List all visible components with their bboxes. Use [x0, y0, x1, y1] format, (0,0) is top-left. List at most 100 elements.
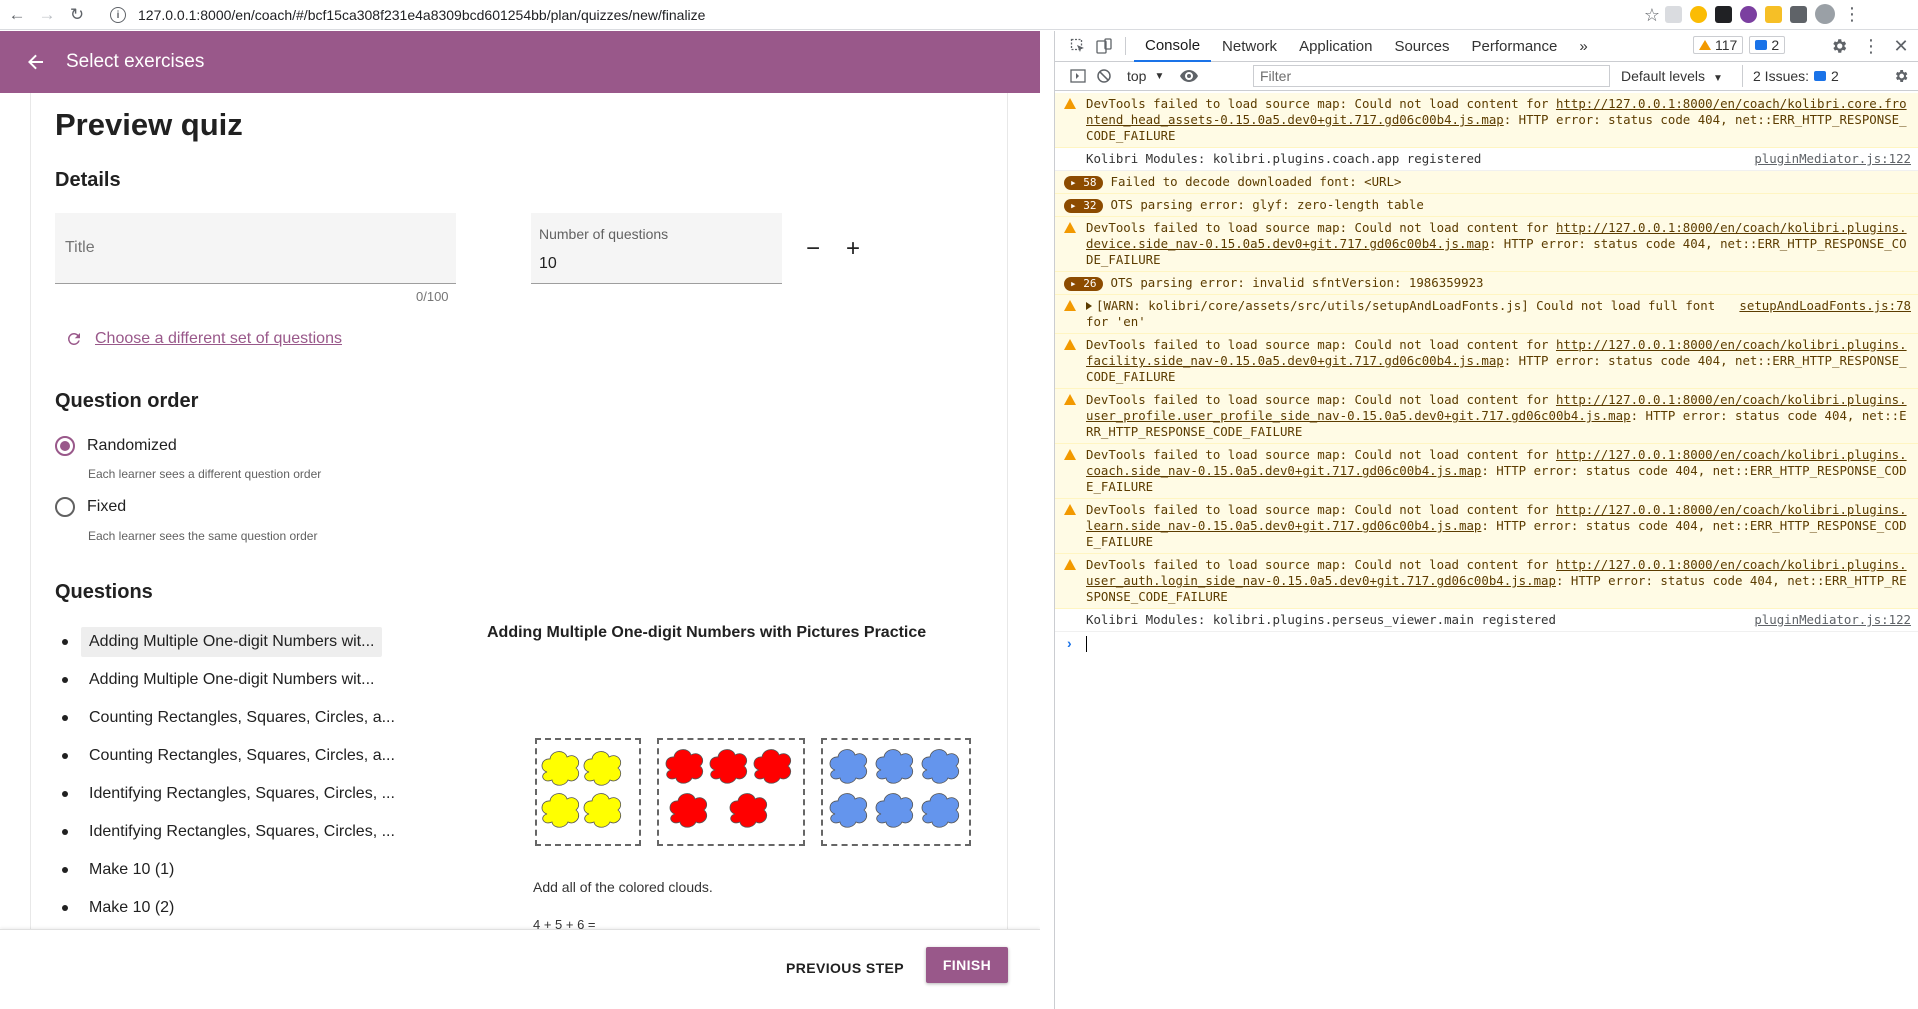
messages-badge[interactable]: 2: [1749, 36, 1786, 54]
console-message[interactable]: ▸ 26 OTS parsing error: invalid sfntVersi…: [1055, 272, 1918, 295]
extension-folder-icon[interactable]: [1765, 5, 1782, 23]
tab-sources[interactable]: Sources: [1383, 31, 1460, 62]
list-item[interactable]: Make 10 (2): [55, 889, 455, 927]
randomized-option[interactable]: Randomized: [55, 436, 177, 456]
console-message[interactable]: DevTools failed to load source map: Coul…: [1055, 554, 1918, 609]
choose-different-questions-link[interactable]: Choose a different set of questions: [65, 330, 342, 348]
tab-console[interactable]: Console: [1134, 31, 1212, 62]
question-title[interactable]: Adding Multiple One-digit Numbers wit...: [81, 665, 382, 695]
chrome-menu-icon[interactable]: ⋮: [1843, 5, 1861, 23]
cloud-shape: [921, 749, 960, 784]
console-message[interactable]: DevTools failed to load source map: Coul…: [1055, 444, 1918, 499]
console-message[interactable]: DevTools failed to load source map: Coul…: [1055, 389, 1918, 444]
question-title[interactable]: Counting Rectangles, Squares, Circles, a…: [81, 703, 403, 733]
context-selector[interactable]: top ▼: [1127, 68, 1164, 84]
extension-color-icon[interactable]: [1740, 5, 1757, 23]
extension-v-icon[interactable]: [1665, 5, 1682, 23]
title-field[interactable]: [55, 213, 456, 284]
console-message[interactable]: ▸ 58 Failed to decode downloaded font: <U…: [1055, 171, 1918, 194]
list-item[interactable]: Counting Rectangles, Squares, Circles, a…: [55, 737, 455, 775]
address-bar[interactable]: i 127.0.0.1:8000/en/coach/#/bcf15ca308f2…: [110, 0, 1660, 30]
list-item[interactable]: Adding Multiple One-digit Numbers wit...: [55, 661, 455, 699]
console-message[interactable]: DevTools failed to load source map: Coul…: [1055, 93, 1918, 148]
source-location-link[interactable]: pluginMediator.js:122: [1754, 612, 1911, 628]
cloud-shape: [583, 751, 622, 786]
console-message[interactable]: DevTools failed to load source map: Coul…: [1055, 334, 1918, 389]
list-item[interactable]: Make 10 (1): [55, 851, 455, 889]
warnings-badge[interactable]: 117: [1693, 36, 1744, 54]
forward-arrow-icon[interactable]: →: [34, 2, 60, 28]
randomized-radio[interactable]: [55, 436, 75, 456]
tab-performance[interactable]: Performance: [1460, 31, 1568, 62]
randomized-label[interactable]: Randomized: [87, 437, 177, 455]
eye-icon[interactable]: [1176, 63, 1202, 89]
extensions-puzzle-icon[interactable]: [1790, 5, 1807, 23]
console-prompt[interactable]: ›: [1055, 632, 1918, 656]
source-location-link[interactable]: pluginMediator.js:122: [1754, 151, 1911, 167]
tab-application[interactable]: Application: [1288, 31, 1383, 62]
console-settings-gear-icon[interactable]: [1888, 63, 1914, 89]
finish-button[interactable]: FINISH: [926, 947, 1008, 983]
issues-count[interactable]: 2: [1831, 68, 1839, 84]
console-message[interactable]: pluginMediator.js:122 Kolibri Modules: ko…: [1055, 148, 1918, 171]
repeat-count-badge[interactable]: ▸ 32: [1064, 199, 1103, 213]
issues-label[interactable]: 2 Issues:: [1753, 68, 1809, 84]
question-title[interactable]: Make 10 (1): [81, 855, 182, 885]
console-toolbar: top ▼ Default levels ▼ 2 Issues: 2: [1055, 62, 1918, 91]
repeat-count-badge[interactable]: ▸ 26: [1064, 277, 1103, 291]
question-title[interactable]: Adding Multiple One-digit Numbers wit...: [81, 627, 383, 657]
device-toolbar-icon[interactable]: [1091, 33, 1117, 59]
back-arrow-icon[interactable]: ←: [4, 2, 30, 28]
source-location-link[interactable]: setupAndLoadFonts.js:78: [1739, 298, 1911, 314]
question-title[interactable]: Identifying Rectangles, Squares, Circles…: [81, 817, 403, 847]
filter-field[interactable]: [1253, 65, 1610, 87]
console-message[interactable]: setupAndLoadFonts.js:78 [WARN: kolibri/co…: [1055, 295, 1918, 334]
list-item[interactable]: Identifying Rectangles, Squares, Circles…: [55, 813, 455, 851]
log-levels-value[interactable]: Default levels: [1621, 68, 1705, 84]
extension-icons: ⋮: [1665, 4, 1861, 24]
question-title[interactable]: Make 10 (2): [81, 893, 182, 923]
profile-avatar[interactable]: [1815, 4, 1835, 24]
question-title[interactable]: Identifying Rectangles, Squares, Circles…: [81, 779, 403, 809]
fixed-radio[interactable]: [55, 497, 75, 517]
sidebar-toggle-icon[interactable]: [1065, 63, 1091, 89]
clear-console-icon[interactable]: [1091, 63, 1117, 89]
console-message[interactable]: DevTools failed to load source map: Coul…: [1055, 217, 1918, 272]
log-levels-dropdown[interactable]: Default levels ▼: [1621, 68, 1723, 84]
back-arrow-icon[interactable]: [26, 52, 46, 72]
list-item[interactable]: Adding Multiple One-digit Numbers wit...: [55, 623, 455, 661]
filter-input[interactable]: [1254, 66, 1609, 86]
reload-icon[interactable]: ↻: [64, 2, 90, 28]
console-message[interactable]: DevTools failed to load source map: Coul…: [1055, 499, 1918, 554]
address-url[interactable]: 127.0.0.1:8000/en/coach/#/bcf15ca308f231…: [138, 7, 705, 23]
bookmark-star-icon[interactable]: ☆: [1644, 5, 1660, 26]
close-icon[interactable]: ✕: [1888, 33, 1914, 59]
previous-step-button[interactable]: PREVIOUS STEP: [776, 954, 914, 982]
context-value[interactable]: top: [1127, 68, 1146, 84]
list-item[interactable]: Identifying Rectangles, Squares, Circles…: [55, 775, 455, 813]
title-input[interactable]: [55, 213, 456, 283]
more-tabs-icon[interactable]: »: [1568, 31, 1598, 62]
tab-network[interactable]: Network: [1211, 31, 1288, 62]
number-of-questions-field[interactable]: Number of questions 10: [531, 213, 782, 284]
console-message[interactable]: pluginMediator.js:122 Kolibri Modules: ko…: [1055, 609, 1918, 632]
question-title[interactable]: Counting Rectangles, Squares, Circles, a…: [81, 741, 403, 771]
console-counts[interactable]: 117 2: [1693, 36, 1786, 54]
console-message[interactable]: ▸ 32 OTS parsing error: glyf: zero-length…: [1055, 194, 1918, 217]
site-info-icon[interactable]: i: [110, 7, 126, 23]
fixed-label[interactable]: Fixed: [87, 498, 126, 516]
inspect-element-icon[interactable]: [1065, 33, 1091, 59]
issues-button[interactable]: 2 Issues: 2: [1742, 65, 1839, 87]
number-of-questions-value[interactable]: 10: [539, 255, 557, 273]
decrement-button[interactable]: −: [797, 233, 829, 265]
expand-triangle-icon[interactable]: [1086, 302, 1092, 310]
repeat-count-badge[interactable]: ▸ 58: [1064, 176, 1103, 190]
devtools-menu-icon[interactable]: ⋮: [1858, 33, 1884, 59]
settings-gear-icon[interactable]: [1826, 33, 1852, 59]
extension-chrome-icon[interactable]: [1690, 5, 1707, 23]
list-item[interactable]: Counting Rectangles, Squares, Circles, a…: [55, 699, 455, 737]
increment-button[interactable]: +: [837, 233, 869, 265]
extension-ghost-icon[interactable]: [1715, 5, 1732, 23]
fixed-option[interactable]: Fixed: [55, 497, 126, 517]
choose-different-text[interactable]: Choose a different set of questions: [95, 330, 342, 348]
